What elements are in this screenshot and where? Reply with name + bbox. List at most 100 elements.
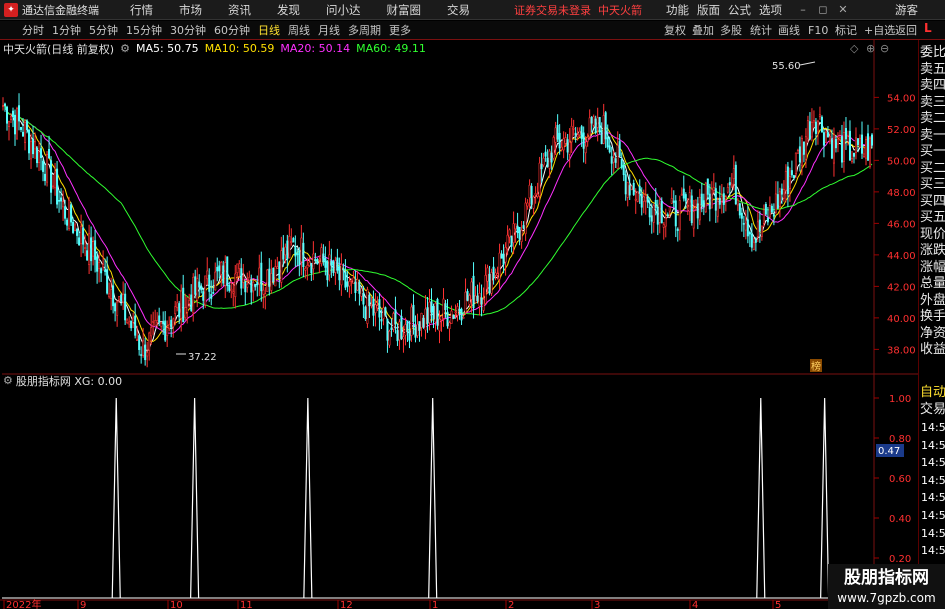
- candle-body-112: [226, 256, 229, 287]
- candle-body-256: [514, 223, 517, 230]
- kline-chart[interactable]: 54.00 52.00 50.00 48.00 46.00 44.00 42.00 40.00…: [0, 40, 918, 609]
- minimize-icon[interactable]: –: [796, 3, 810, 17]
- price-tick-1: 52.00: [887, 125, 916, 136]
- period-multi[interactable]: 多周期: [344, 22, 385, 38]
- signal-spike-4: [756, 397, 766, 599]
- candle-body-364: [730, 183, 733, 187]
- candle-body-348: [698, 197, 701, 221]
- candle-body-390: [782, 189, 785, 199]
- period-1min[interactable]: 1分钟: [48, 22, 85, 38]
- menu-discover[interactable]: 发现: [264, 2, 313, 18]
- back-button[interactable]: 返回: [895, 21, 917, 40]
- menu-news[interactable]: 资讯: [215, 2, 264, 18]
- candle-body-281: [564, 137, 567, 144]
- candle-body-20: [42, 160, 45, 172]
- menu-function[interactable]: 功能: [666, 0, 689, 20]
- settings-icon[interactable]: ⚙: [120, 42, 130, 55]
- candle-body-7: [16, 108, 19, 140]
- candle-body-232: [466, 291, 469, 301]
- candle-body-80: [162, 321, 165, 325]
- candle-body-65: [132, 317, 135, 323]
- candle-body-409: [820, 116, 823, 133]
- period-weekly[interactable]: 周线: [284, 22, 314, 38]
- candle-body-310: [622, 165, 625, 176]
- diamond-icon[interactable]: ◇: [850, 42, 858, 55]
- period-intraday[interactable]: 分时: [18, 22, 48, 38]
- period-more[interactable]: 更多: [385, 22, 415, 38]
- candle-body-220: [442, 298, 445, 319]
- candle-body-12: [26, 120, 29, 131]
- tool-multi-stock[interactable]: 多股: [720, 21, 742, 40]
- candle-body-173: [348, 281, 351, 287]
- tool-mark[interactable]: 标记: [835, 21, 857, 40]
- candle-body-8: [18, 105, 21, 122]
- candle-body-226: [454, 311, 457, 314]
- period-15min[interactable]: 15分钟: [122, 22, 166, 38]
- menu-wealth-circle[interactable]: 财富圈: [374, 2, 435, 18]
- candle-body-192: [386, 318, 389, 341]
- login-notice[interactable]: 证券交易未登录 中天火箭: [514, 2, 642, 18]
- candle-body-42: [86, 250, 89, 261]
- tool-overlay[interactable]: 叠加: [692, 21, 714, 40]
- tool-f10[interactable]: F10: [808, 21, 828, 40]
- menu-layout[interactable]: 版面: [697, 0, 720, 20]
- candle-body-43: [88, 233, 91, 266]
- price-tick-2: 50.00: [887, 156, 916, 167]
- add-watchlist-button[interactable]: +自选: [864, 21, 895, 40]
- candle-body-371: [744, 222, 747, 231]
- trade-mode-0[interactable]: 自动: [920, 384, 945, 402]
- candle-body-1: [4, 103, 7, 106]
- candle-body-401: [804, 136, 807, 160]
- candle-body-147: [296, 253, 299, 255]
- app-logo-icon: ✦: [4, 2, 18, 17]
- trade-time-4: 14:56: [921, 491, 945, 505]
- menu-market-quotes[interactable]: 行情: [117, 2, 166, 18]
- candle-body-242: [486, 267, 489, 282]
- candle-body-212: [426, 307, 429, 324]
- candle-body-26: [54, 172, 57, 189]
- candle-body-383: [768, 205, 771, 218]
- candle-body-138: [278, 261, 281, 280]
- trade-mode-1[interactable]: 交易: [920, 401, 945, 419]
- candle-body-169: [340, 263, 343, 286]
- candle-body-163: [328, 254, 331, 276]
- zoom-in-icon[interactable]: ⊕: [866, 42, 875, 55]
- menu-formula[interactable]: 公式: [728, 0, 751, 20]
- candle-body-125: [252, 282, 255, 292]
- restore-icon[interactable]: ◻: [816, 3, 830, 17]
- candle-body-219: [440, 315, 443, 321]
- candle-body-330: [662, 224, 665, 228]
- tool-stats[interactable]: 统计: [750, 21, 772, 40]
- candle-body-291: [584, 145, 587, 154]
- zoom-out-icon[interactable]: ⊖: [880, 42, 889, 55]
- menu-ask[interactable]: 问小达: [313, 2, 374, 18]
- tool-adjust[interactable]: 复权: [664, 21, 686, 40]
- candle-body-227: [456, 306, 459, 316]
- period-daily[interactable]: 日线: [254, 22, 284, 38]
- close-icon[interactable]: ✕: [836, 3, 850, 17]
- menu-options[interactable]: 选项: [759, 0, 782, 20]
- indicator-settings-icon[interactable]: ⚙: [3, 374, 13, 387]
- candle-body-358: [718, 198, 721, 205]
- candle-body-60: [122, 293, 125, 303]
- candle-body-154: [310, 262, 313, 274]
- user-guest[interactable]: 游客: [895, 0, 918, 20]
- candle-body-31: [64, 206, 67, 219]
- candle-body-139: [280, 250, 283, 283]
- candle-body-357: [716, 200, 719, 217]
- period-5min[interactable]: 5分钟: [85, 22, 122, 38]
- menu-market[interactable]: 市场: [166, 2, 215, 18]
- candle-body-351: [704, 182, 707, 213]
- date-tick-8: 4: [692, 600, 698, 609]
- tool-draw[interactable]: 画线: [778, 21, 800, 40]
- period-monthly[interactable]: 月线: [314, 22, 344, 38]
- candle-body-9: [20, 126, 23, 130]
- candle-body-150: [302, 242, 305, 268]
- period-30min[interactable]: 30分钟: [166, 22, 210, 38]
- candle-body-25: [52, 185, 55, 188]
- menu-trade[interactable]: 交易: [434, 2, 483, 18]
- candle-body-385: [772, 214, 775, 217]
- period-60min[interactable]: 60分钟: [210, 22, 254, 38]
- candle-body-75: [152, 321, 155, 323]
- candle-body-331: [664, 217, 667, 227]
